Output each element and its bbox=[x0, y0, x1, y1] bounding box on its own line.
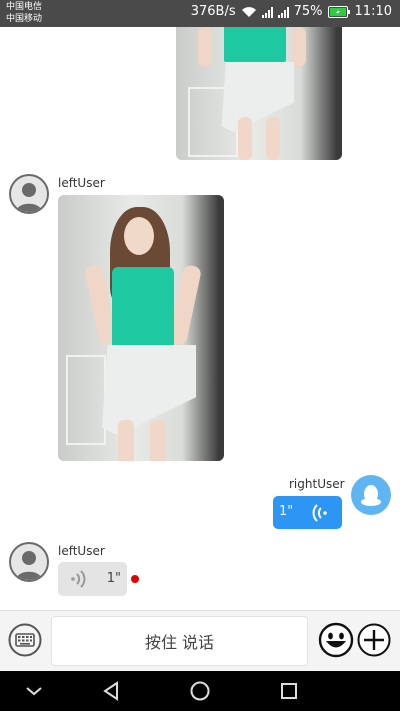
hide-nav-button[interactable] bbox=[22, 679, 46, 703]
square-recents-icon bbox=[281, 683, 297, 699]
clock: 11:10 bbox=[354, 4, 392, 19]
status-indicators: 376B/s 75% 11:10 bbox=[191, 4, 392, 19]
keyboard-icon bbox=[8, 623, 42, 657]
qq-penguin-icon bbox=[361, 485, 381, 506]
battery-icon bbox=[327, 5, 350, 18]
avatar-left-user-2[interactable] bbox=[9, 542, 49, 582]
system-nav-bar bbox=[0, 671, 400, 711]
signal-icon-1 bbox=[261, 6, 273, 18]
voice-wave-icon bbox=[312, 504, 327, 522]
wifi-icon bbox=[241, 6, 257, 18]
username-left: leftUser bbox=[58, 176, 105, 190]
voice-duration-left: 1" bbox=[106, 571, 121, 586]
input-bar: 按住 说话 bbox=[0, 610, 400, 671]
smiley-icon bbox=[318, 622, 354, 658]
battery-percent: 75% bbox=[293, 4, 323, 19]
status-bar: 中国电信 中国移动 376B/s 75% 11:10 bbox=[0, 0, 400, 27]
username-left-2: leftUser bbox=[58, 544, 105, 558]
avatar-left-user[interactable] bbox=[9, 174, 49, 214]
plus-icon bbox=[357, 623, 391, 657]
home-button[interactable] bbox=[188, 679, 212, 703]
keyboard-toggle-button[interactable] bbox=[8, 623, 42, 657]
circle-home-icon bbox=[190, 681, 210, 701]
voice-wave-icon bbox=[71, 570, 86, 588]
voice-message-right[interactable]: 1" bbox=[273, 496, 342, 529]
avatar-right-user[interactable] bbox=[351, 475, 391, 515]
chevron-down-icon bbox=[26, 687, 42, 696]
carrier-1: 中国电信 bbox=[6, 2, 43, 12]
voice-message-left[interactable]: 1" bbox=[58, 562, 127, 596]
net-speed: 376B/s bbox=[190, 4, 236, 19]
carrier-2: 中国移动 bbox=[6, 14, 43, 24]
signal-icon-2 bbox=[277, 6, 289, 18]
triangle-back-icon bbox=[103, 681, 118, 701]
chat-message-list[interactable]: leftUser rightUser 1" leftUser 1" bbox=[0, 27, 400, 610]
carrier-labels: 中国电信 中国移动 bbox=[6, 1, 42, 25]
recents-button[interactable] bbox=[277, 679, 301, 703]
more-button[interactable] bbox=[357, 623, 391, 657]
image-message-2[interactable] bbox=[58, 195, 224, 461]
image-message-1[interactable] bbox=[176, 27, 342, 160]
emoji-button[interactable] bbox=[318, 622, 354, 658]
username-right: rightUser bbox=[289, 477, 345, 491]
hold-to-talk-button[interactable]: 按住 说话 bbox=[51, 616, 308, 666]
unread-dot bbox=[131, 575, 139, 583]
voice-duration-right: 1" bbox=[279, 504, 294, 519]
back-button[interactable] bbox=[100, 679, 124, 703]
